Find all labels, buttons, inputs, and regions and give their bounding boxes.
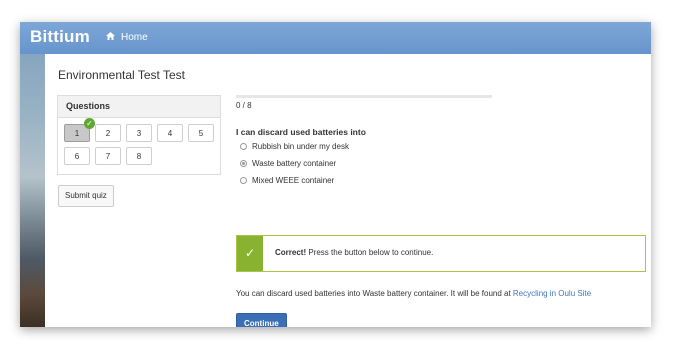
check-icon: ✓ (237, 236, 263, 271)
recycling-site-link[interactable]: Recycling in Oulu Site (513, 289, 591, 298)
answer-option-3[interactable]: Mixed WEEE container (240, 176, 334, 185)
questions-panel-header: Questions (58, 96, 220, 118)
feedback-message: Press the button below to continue. (306, 248, 434, 257)
question-nav-button-2[interactable]: 2 (95, 124, 121, 142)
background-photo (20, 54, 45, 327)
answer-explanation: You can discard used batteries into Wast… (236, 289, 591, 298)
answered-check-icon: ✓ (84, 118, 95, 129)
radio-button-selected[interactable] (240, 160, 247, 167)
question-nav-button-4[interactable]: 4 (157, 124, 183, 142)
radio-button[interactable] (240, 177, 247, 184)
question-nav-button-7[interactable]: 7 (95, 147, 121, 165)
answer-option-label: Mixed WEEE container (252, 176, 335, 185)
question-nav-button-1[interactable]: 1 ✓ (64, 118, 95, 142)
question-text: I can discard used batteries into (236, 127, 366, 137)
question-nav-label: 1 (74, 129, 80, 138)
answer-option-label: Waste battery container (252, 159, 337, 168)
top-navbar: Bittium Home (20, 22, 651, 54)
home-icon (106, 32, 115, 43)
explanation-text: You can discard used batteries into Wast… (236, 289, 513, 298)
question-nav-button-5[interactable]: 5 (188, 124, 214, 142)
answer-option-label: Rubbish bin under my desk (252, 142, 349, 151)
nav-home-label: Home (121, 32, 148, 43)
radio-button[interactable] (240, 143, 247, 150)
quiz-progress-bar (236, 95, 492, 98)
answer-option-1[interactable]: Rubbish bin under my desk (240, 142, 349, 151)
answer-option-2[interactable]: Waste battery container (240, 159, 336, 168)
feedback-strong: Correct! (275, 248, 307, 257)
page-title: Environmental Test Test (58, 68, 185, 82)
brand-logo[interactable]: Bittium (30, 27, 90, 47)
feedback-text: Correct! Press the button below to conti… (275, 248, 433, 257)
continue-button[interactable]: Continue (236, 313, 287, 327)
question-nav-button-6[interactable]: 6 (64, 147, 90, 165)
main-content: Environmental Test Test Questions 1 ✓ 2 … (45, 54, 651, 327)
questions-panel: Questions 1 ✓ 2 3 4 5 6 7 8 (57, 95, 221, 175)
submit-quiz-button[interactable]: Submit quiz (58, 185, 114, 207)
app-window: Bittium Home Environmental Test Test Que… (20, 22, 651, 327)
question-nav-button-3[interactable]: 3 (126, 124, 152, 142)
nav-home-link[interactable]: Home (106, 32, 148, 43)
feedback-alert: ✓ Correct! Press the button below to con… (236, 235, 646, 272)
question-nav-button-8[interactable]: 8 (126, 147, 152, 165)
quiz-progress-text: 0 / 8 (236, 101, 252, 110)
